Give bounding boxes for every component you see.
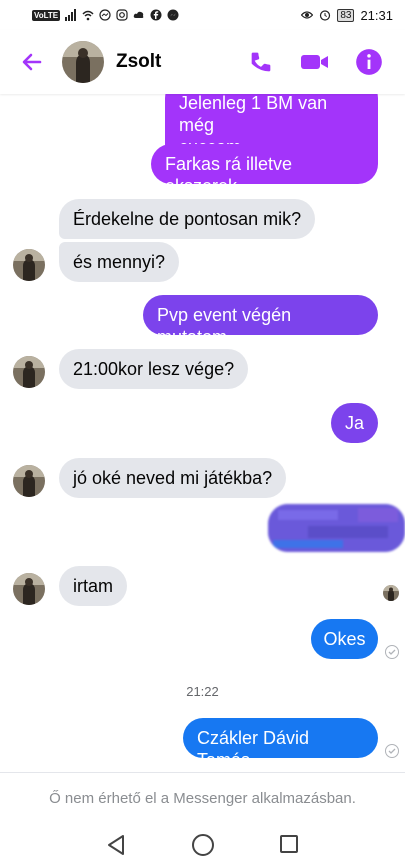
message-bubble[interactable]: jó oké neved mi játékba? xyxy=(59,458,287,498)
info-icon xyxy=(356,49,382,75)
battery-indicator: 83 xyxy=(337,8,355,22)
contact-avatar-small xyxy=(13,249,45,281)
status-left: VoLTE xyxy=(32,9,179,21)
signal-icon xyxy=(65,9,77,21)
nav-home-icon[interactable] xyxy=(192,834,214,856)
seen-avatar xyxy=(383,585,399,601)
messenger-icon xyxy=(167,9,179,21)
message-bubble[interactable]: Okes xyxy=(311,619,378,659)
system-navigation-bar xyxy=(0,824,405,867)
video-camera-icon xyxy=(301,55,328,69)
info-button[interactable] xyxy=(355,48,383,76)
delivered-check-icon xyxy=(385,645,399,659)
message-timestamp: 21:22 xyxy=(186,684,219,699)
message-bubble[interactable]: irtam xyxy=(59,566,127,606)
nav-back-icon[interactable] xyxy=(106,834,126,856)
message-bubble[interactable]: Farkas rá illetve ekszerek xyxy=(151,144,378,196)
alarm-icon xyxy=(320,10,331,21)
wifi-icon xyxy=(82,10,94,21)
message-bubble[interactable]: Ja xyxy=(331,403,378,443)
call-button[interactable] xyxy=(247,48,275,76)
message-bubble[interactable]: Czákler Dávid Tamás xyxy=(183,718,378,770)
contact-avatar-small xyxy=(13,573,45,605)
clock: 21:31 xyxy=(360,7,393,23)
conversation-header: Zsolt xyxy=(0,30,405,94)
back-button[interactable] xyxy=(18,48,46,76)
delivered-check-icon xyxy=(385,744,399,758)
message-bubble[interactable]: Érdekelne de pontosan mik? xyxy=(59,199,316,239)
nav-recents-icon[interactable] xyxy=(280,835,298,853)
messenger-notification-icon xyxy=(99,9,111,21)
unavailable-notice: Ő nem érhető el a Messenger alkalmazásba… xyxy=(0,772,405,824)
avatar-image xyxy=(62,41,104,83)
instagram-notification-icon xyxy=(116,9,128,21)
contact-name[interactable]: Zsolt xyxy=(116,51,161,73)
cloud-icon xyxy=(133,11,144,18)
arrow-left-icon xyxy=(22,53,42,71)
video-call-button[interactable] xyxy=(300,48,330,76)
message-bubble[interactable]: és mennyi? xyxy=(59,242,180,282)
volte-badge: VoLTE xyxy=(32,9,61,21)
unavailable-notice-text: Ő nem érhető el a Messenger alkalmazásba… xyxy=(49,790,356,807)
facebook-notification-icon xyxy=(150,9,162,21)
message-bubble[interactable]: 21:00kor lesz vége? xyxy=(59,349,249,389)
contact-avatar-small xyxy=(13,356,45,388)
status-right: 83 21:31 xyxy=(301,8,393,23)
contact-avatar-small xyxy=(13,465,45,497)
redacted-message xyxy=(268,504,405,552)
phone-icon xyxy=(251,52,271,72)
status-bar: VoLTE 83 21:31 xyxy=(0,0,405,30)
message-bubble[interactable]: Pvp event végén mutatom xyxy=(143,295,378,347)
eye-icon xyxy=(301,11,314,19)
contact-avatar[interactable] xyxy=(62,41,104,83)
